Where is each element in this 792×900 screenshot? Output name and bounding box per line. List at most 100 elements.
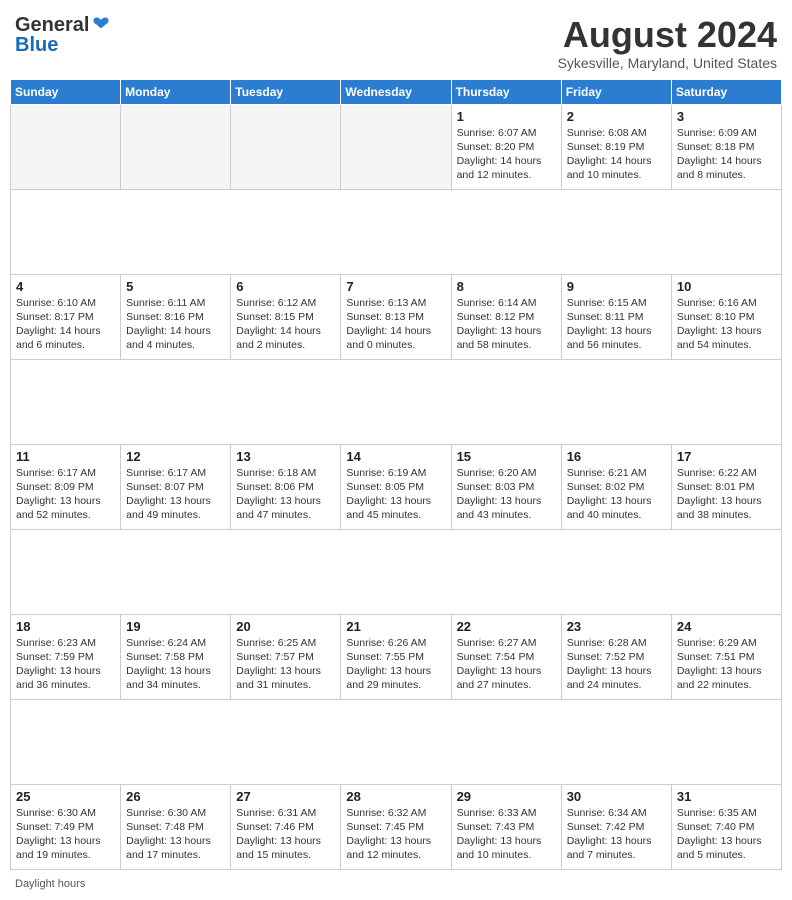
calendar-day-cell: 9Sunrise: 6:15 AM Sunset: 8:11 PM Daylig… — [561, 274, 671, 359]
logo-bird-icon — [91, 15, 111, 35]
calendar-day-cell — [341, 104, 451, 189]
footer-note: Daylight hours — [10, 878, 782, 890]
calendar-day-cell: 25Sunrise: 6:30 AM Sunset: 7:49 PM Dayli… — [11, 784, 121, 869]
day-info: Sunrise: 6:14 AM Sunset: 8:12 PM Dayligh… — [457, 296, 556, 353]
logo-general-text: General — [15, 15, 89, 35]
day-number: 25 — [16, 789, 115, 804]
logo: General Blue — [15, 15, 111, 55]
day-number: 7 — [346, 279, 445, 294]
weekday-header-row: SundayMondayTuesdayWednesdayThursdayFrid… — [11, 79, 782, 104]
day-info: Sunrise: 6:30 AM Sunset: 7:48 PM Dayligh… — [126, 806, 225, 863]
week-separator-row — [11, 359, 782, 444]
day-info: Sunrise: 6:33 AM Sunset: 7:43 PM Dayligh… — [457, 806, 556, 863]
calendar-day-cell: 7 Sunrise: 6:13 AM Sunset: 8:13 PM Daylig… — [341, 274, 451, 359]
day-number: 5 — [126, 279, 225, 294]
day-number: 20 — [236, 619, 335, 634]
calendar-day-cell: 10 Sunrise: 6:16 AM Sunset: 8:10 PM Dayli… — [671, 274, 781, 359]
day-number: 30 — [567, 789, 666, 804]
month-title: August 2024 — [558, 15, 777, 55]
day-number: 6 — [236, 279, 335, 294]
calendar-day-cell: 21Sunrise: 6:26 AM Sunset: 7:55 PM Dayli… — [341, 614, 451, 699]
day-info: Sunrise: 6:07 AM Sunset: 8:20 PM Dayligh… — [457, 126, 556, 183]
day-number: 24 — [677, 619, 776, 634]
calendar-day-cell: 29 Sunrise: 6:33 AM Sunset: 7:43 PM Dayli… — [451, 784, 561, 869]
day-info: Sunrise: 6:19 AM Sunset: 8:05 PM Dayligh… — [346, 466, 445, 523]
calendar-day-cell: 18Sunrise: 6:23 AM Sunset: 7:59 PM Dayli… — [11, 614, 121, 699]
day-info: Sunrise: 6:21 AM Sunset: 8:02 PM Dayligh… — [567, 466, 666, 523]
day-info: Sunrise: 6:10 AM Sunset: 8:17 PM Dayligh… — [16, 296, 115, 353]
day-info: Sunrise: 6:11 AM Sunset: 8:16 PM Dayligh… — [126, 296, 225, 353]
day-number: 11 — [16, 449, 115, 464]
header: General Blue August 2024 Sykesville, Mar… — [10, 10, 782, 71]
calendar-day-cell — [231, 104, 341, 189]
day-number: 27 — [236, 789, 335, 804]
calendar-day-cell: 30 Sunrise: 6:34 AM Sunset: 7:42 PM Dayli… — [561, 784, 671, 869]
day-number: 16 — [567, 449, 666, 464]
week-separator-row — [11, 189, 782, 274]
weekday-header-saturday: Saturday — [671, 79, 781, 104]
calendar-day-cell: 28Sunrise: 6:32 AM Sunset: 7:45 PM Dayli… — [341, 784, 451, 869]
day-info: Sunrise: 6:18 AM Sunset: 8:06 PM Dayligh… — [236, 466, 335, 523]
day-info: Sunrise: 6:08 AM Sunset: 8:19 PM Dayligh… — [567, 126, 666, 183]
day-number: 2 — [567, 109, 666, 124]
weekday-header-sunday: Sunday — [11, 79, 121, 104]
calendar-day-cell: 24 Sunrise: 6:29 AM Sunset: 7:51 PM Dayli… — [671, 614, 781, 699]
weekday-header-tuesday: Tuesday — [231, 79, 341, 104]
day-number: 8 — [457, 279, 556, 294]
day-number: 21 — [346, 619, 445, 634]
day-number: 10 — [677, 279, 776, 294]
calendar-day-cell: 26Sunrise: 6:30 AM Sunset: 7:48 PM Dayli… — [121, 784, 231, 869]
week-separator — [11, 189, 782, 274]
calendar-day-cell — [121, 104, 231, 189]
calendar-day-cell: 17Sunrise: 6:22 AM Sunset: 8:01 PM Dayli… — [671, 444, 781, 529]
day-info: Sunrise: 6:17 AM Sunset: 8:07 PM Dayligh… — [126, 466, 225, 523]
location-subtitle: Sykesville, Maryland, United States — [558, 55, 777, 71]
day-info: Sunrise: 6:31 AM Sunset: 7:46 PM Dayligh… — [236, 806, 335, 863]
calendar-day-cell — [11, 104, 121, 189]
calendar-week-row: 4 Sunrise: 6:10 AM Sunset: 8:17 PM Daylig… — [11, 274, 782, 359]
day-info: Sunrise: 6:13 AM Sunset: 8:13 PM Dayligh… — [346, 296, 445, 353]
calendar-day-cell: 11 Sunrise: 6:17 AM Sunset: 8:09 PM Dayli… — [11, 444, 121, 529]
day-number: 1 — [457, 109, 556, 124]
calendar-day-cell: 22Sunrise: 6:27 AM Sunset: 7:54 PM Dayli… — [451, 614, 561, 699]
day-info: Sunrise: 6:17 AM Sunset: 8:09 PM Dayligh… — [16, 466, 115, 523]
calendar-day-cell: 31Sunrise: 6:35 AM Sunset: 7:40 PM Dayli… — [671, 784, 781, 869]
title-area: August 2024 Sykesville, Maryland, United… — [558, 15, 777, 71]
day-info: Sunrise: 6:09 AM Sunset: 8:18 PM Dayligh… — [677, 126, 776, 183]
day-info: Sunrise: 6:34 AM Sunset: 7:42 PM Dayligh… — [567, 806, 666, 863]
day-number: 15 — [457, 449, 556, 464]
weekday-header-thursday: Thursday — [451, 79, 561, 104]
logo-blue-text: Blue — [15, 35, 58, 55]
day-info: Sunrise: 6:15 AM Sunset: 8:11 PM Dayligh… — [567, 296, 666, 353]
day-info: Sunrise: 6:16 AM Sunset: 8:10 PM Dayligh… — [677, 296, 776, 353]
calendar-day-cell: 16 Sunrise: 6:21 AM Sunset: 8:02 PM Dayli… — [561, 444, 671, 529]
day-info: Sunrise: 6:23 AM Sunset: 7:59 PM Dayligh… — [16, 636, 115, 693]
calendar-day-cell: 4 Sunrise: 6:10 AM Sunset: 8:17 PM Daylig… — [11, 274, 121, 359]
calendar-day-cell: 14 Sunrise: 6:19 AM Sunset: 8:05 PM Dayli… — [341, 444, 451, 529]
calendar-day-cell: 23 Sunrise: 6:28 AM Sunset: 7:52 PM Dayli… — [561, 614, 671, 699]
day-number: 17 — [677, 449, 776, 464]
week-separator-row — [11, 529, 782, 614]
day-info: Sunrise: 6:24 AM Sunset: 7:58 PM Dayligh… — [126, 636, 225, 693]
day-info: Sunrise: 6:29 AM Sunset: 7:51 PM Dayligh… — [677, 636, 776, 693]
day-number: 29 — [457, 789, 556, 804]
week-separator — [11, 359, 782, 444]
day-number: 14 — [346, 449, 445, 464]
calendar-week-row: 1 Sunrise: 6:07 AM Sunset: 8:20 PM Daylig… — [11, 104, 782, 189]
week-separator — [11, 699, 782, 784]
week-separator — [11, 529, 782, 614]
calendar-day-cell: 2 Sunrise: 6:08 AM Sunset: 8:19 PM Daylig… — [561, 104, 671, 189]
calendar-day-cell: 13Sunrise: 6:18 AM Sunset: 8:06 PM Dayli… — [231, 444, 341, 529]
calendar-week-row: 25Sunrise: 6:30 AM Sunset: 7:49 PM Dayli… — [11, 784, 782, 869]
weekday-header-monday: Monday — [121, 79, 231, 104]
day-number: 31 — [677, 789, 776, 804]
calendar-day-cell: 3Sunrise: 6:09 AM Sunset: 8:18 PM Daylig… — [671, 104, 781, 189]
calendar-day-cell: 15Sunrise: 6:20 AM Sunset: 8:03 PM Dayli… — [451, 444, 561, 529]
day-number: 23 — [567, 619, 666, 634]
calendar-week-row: 11 Sunrise: 6:17 AM Sunset: 8:09 PM Dayli… — [11, 444, 782, 529]
day-info: Sunrise: 6:27 AM Sunset: 7:54 PM Dayligh… — [457, 636, 556, 693]
day-number: 4 — [16, 279, 115, 294]
calendar-day-cell: 8 Sunrise: 6:14 AM Sunset: 8:12 PM Daylig… — [451, 274, 561, 359]
day-info: Sunrise: 6:28 AM Sunset: 7:52 PM Dayligh… — [567, 636, 666, 693]
calendar-day-cell: 27 Sunrise: 6:31 AM Sunset: 7:46 PM Dayli… — [231, 784, 341, 869]
